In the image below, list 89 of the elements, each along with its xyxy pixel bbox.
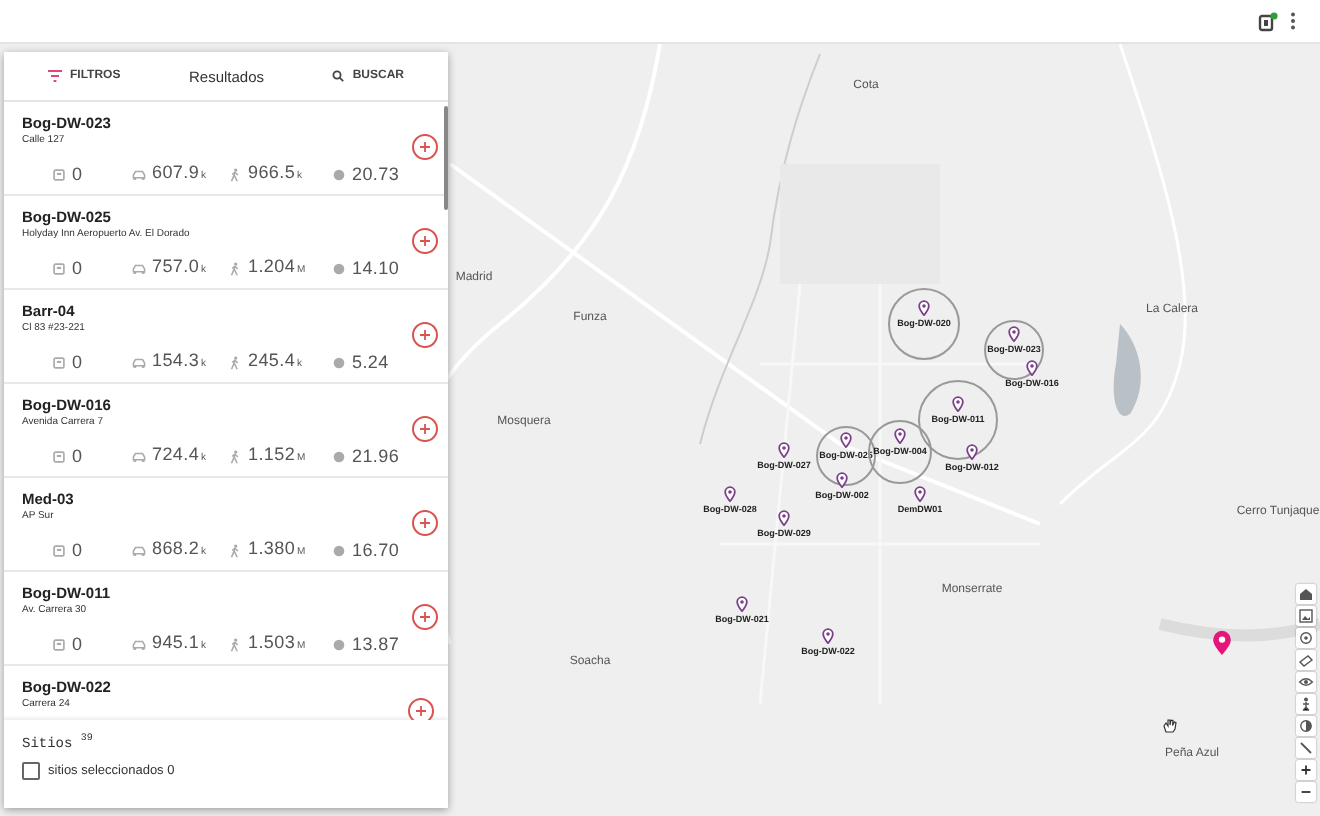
add-button[interactable] — [412, 603, 438, 629]
stat-value: 0 — [72, 164, 83, 186]
car-icon — [132, 168, 146, 182]
target-button[interactable] — [1296, 628, 1316, 648]
map-pin-icon[interactable] — [918, 300, 930, 316]
walking-person-icon — [228, 450, 242, 464]
walking-person-icon — [228, 356, 242, 370]
stat-value: 0 — [72, 258, 83, 280]
map-pin-icon[interactable] — [778, 442, 790, 458]
map-pin-icon[interactable] — [914, 486, 926, 502]
stat-value: 20.73 — [352, 164, 400, 186]
circle-icon — [332, 544, 346, 558]
map-pin-icon[interactable] — [966, 444, 978, 460]
image-button[interactable] — [1296, 606, 1316, 626]
person-button[interactable] — [1296, 694, 1316, 714]
add-button[interactable] — [412, 227, 438, 253]
person-icon — [1298, 696, 1314, 712]
stat-value: 13.87 — [352, 634, 400, 656]
walking-person-icon — [228, 544, 242, 558]
map-pin-icon[interactable] — [952, 396, 964, 412]
filter-icon — [48, 70, 62, 82]
map-pin-icon[interactable] — [736, 596, 748, 612]
building-icon — [52, 638, 66, 652]
hand-cursor-icon — [1162, 718, 1178, 734]
map-pin-icon[interactable] — [1026, 360, 1038, 376]
walking-person-icon — [228, 262, 242, 276]
stat-value: 0 — [72, 540, 83, 562]
eye-icon — [1298, 674, 1314, 690]
eye-button[interactable] — [1296, 672, 1316, 692]
stat-value: 14.10 — [352, 258, 400, 280]
building-icon — [52, 450, 66, 464]
car-icon — [132, 638, 146, 652]
stat-value: 0 — [72, 446, 83, 468]
add-button[interactable] — [412, 133, 438, 159]
map-pin-icon[interactable] — [778, 510, 790, 526]
map-pin-icon[interactable] — [724, 486, 736, 502]
plus-icon — [418, 233, 432, 247]
building-icon — [52, 356, 66, 370]
stat-value: 21.96 — [352, 446, 400, 468]
zoom-in-button[interactable] — [1296, 760, 1316, 780]
location-pin-icon[interactable] — [1212, 630, 1232, 656]
stat-value: 0 — [72, 634, 83, 656]
circle-icon — [332, 356, 346, 370]
add-button[interactable] — [412, 321, 438, 347]
more-menu-icon[interactable] — [1290, 12, 1296, 30]
device-status-icon[interactable] — [1258, 11, 1278, 31]
scrollbar-thumb[interactable] — [443, 106, 448, 210]
add-button[interactable] — [412, 415, 438, 441]
map-pin-icon[interactable] — [894, 428, 906, 444]
house-button[interactable] — [1296, 584, 1316, 604]
half-circle-icon — [1298, 718, 1314, 734]
circle-icon — [332, 262, 346, 276]
image-icon — [1298, 608, 1314, 624]
map-pin-icon[interactable] — [1008, 326, 1020, 342]
stat-value: 0 — [72, 352, 83, 374]
circle-icon — [332, 638, 346, 652]
add-button[interactable] — [412, 509, 438, 535]
plus-icon — [418, 327, 432, 341]
car-icon — [132, 544, 146, 558]
walking-person-icon — [228, 638, 242, 652]
circle-icon — [332, 168, 346, 182]
stat-value: 16.70 — [352, 540, 400, 562]
map-pin-icon[interactable] — [836, 472, 848, 488]
map-pin-icon[interactable] — [822, 628, 834, 644]
house-icon — [1298, 586, 1314, 602]
building-icon — [52, 262, 66, 276]
plus-icon — [418, 421, 432, 435]
search-icon — [332, 70, 345, 82]
target-icon — [1298, 630, 1314, 646]
plus-icon — [418, 515, 432, 529]
circle-icon — [332, 450, 346, 464]
building-icon — [52, 168, 66, 182]
plus-icon — [418, 139, 432, 153]
slash-button[interactable] — [1296, 738, 1316, 758]
plus-icon — [414, 703, 428, 717]
select-all-checkbox[interactable] — [22, 762, 40, 781]
plus-icon — [418, 609, 432, 623]
walking-person-icon — [228, 168, 242, 182]
zoom-in-icon — [1298, 762, 1314, 778]
stat-value: 5.24 — [352, 352, 389, 374]
map-pin-icon[interactable] — [840, 432, 852, 448]
car-icon — [132, 262, 146, 276]
car-icon — [132, 450, 146, 464]
slash-icon — [1298, 740, 1314, 756]
car-icon — [132, 356, 146, 370]
add-button[interactable] — [408, 697, 434, 720]
half-circle-button[interactable] — [1296, 716, 1316, 736]
building-icon — [52, 544, 66, 558]
zoom-out-button[interactable] — [1296, 782, 1316, 802]
